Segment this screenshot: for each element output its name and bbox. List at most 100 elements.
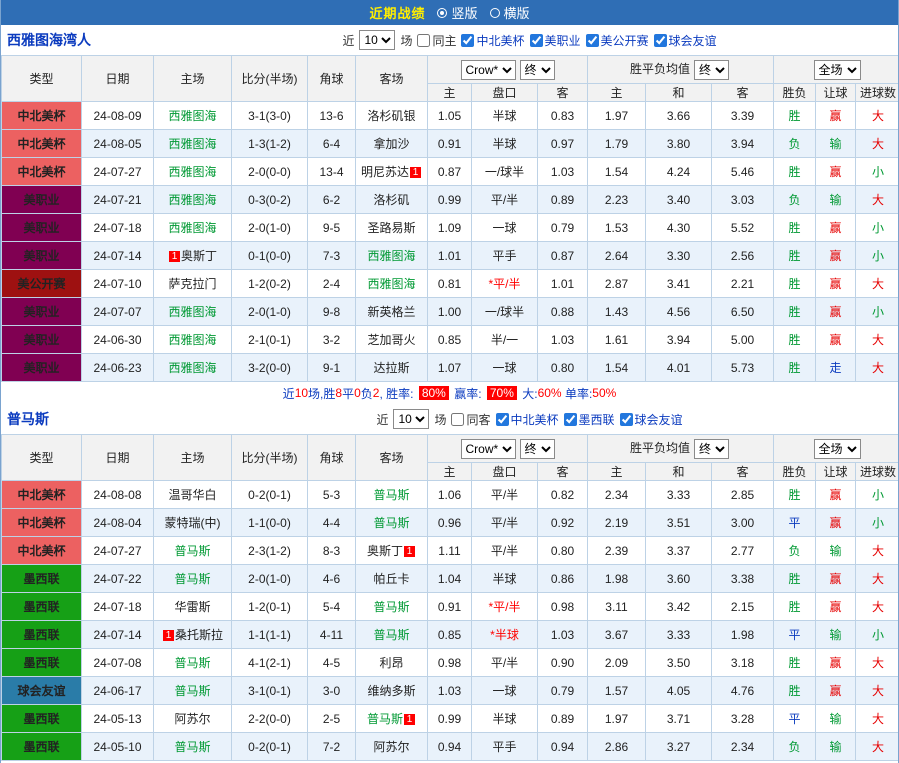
same-venue-checkbox-box[interactable] [451,412,465,426]
same-venue-checkbox-box[interactable] [417,33,431,47]
team-link[interactable]: 普马斯 [174,684,210,698]
team-link[interactable]: 普马斯 [174,544,210,558]
team-link[interactable]: 普马斯 [373,488,409,502]
team-link[interactable]: 桑托斯拉 [175,628,223,642]
radio-unselected-icon[interactable] [489,7,500,18]
radio-selected-icon[interactable] [437,7,448,18]
team-link[interactable]: 帕丘卡 [373,572,409,586]
scope-select[interactable]: 全场 [813,59,861,80]
team-link[interactable]: 芝加哥火 [367,333,415,347]
team-link[interactable]: 西雅图海 [168,305,216,319]
league-filter-2-box[interactable] [619,412,633,426]
team-link[interactable]: 普马斯 [367,712,403,726]
europe-time-select[interactable]: 终 [694,438,730,459]
asian-time-select[interactable]: 终 [519,438,555,459]
handicap-line: 平/半 [471,536,538,565]
score-link[interactable]: 3-1(0-1) [231,676,308,705]
score-link[interactable]: 2-0(1-0) [231,213,308,242]
team-link[interactable]: 华雷斯 [174,600,210,614]
team-link[interactable]: 利昂 [379,656,403,670]
team-link[interactable]: 维纳多斯 [367,684,415,698]
score-link[interactable]: 0-2(0-1) [231,732,308,761]
bookmaker-select[interactable]: Crow* [460,59,516,80]
team-link[interactable]: 普马斯 [373,628,409,642]
score-link[interactable]: 2-0(0-0) [231,157,308,186]
team-link[interactable]: 洛杉矶银 [367,109,415,123]
score-link[interactable]: 3-1(3-0) [231,101,308,130]
league-filter-0[interactable]: 中北美杯 [461,32,525,49]
league-filter-2[interactable]: 美公开赛 [585,32,649,49]
team-link[interactable]: 西雅图海 [168,221,216,235]
team-link[interactable]: 普马斯 [373,516,409,530]
league-filter-0[interactable]: 中北美杯 [495,411,559,428]
team-link[interactable]: 洛杉矶 [373,193,409,207]
team-link[interactable]: 明尼苏达 [361,165,409,179]
score-link[interactable]: 2-3(1-2) [231,536,308,565]
europe-time-select[interactable]: 终 [694,59,730,80]
team-link[interactable]: 西雅图海 [168,193,216,207]
score-link[interactable]: 2-0(1-0) [231,297,308,326]
score-link[interactable]: 1-3(1-2) [231,129,308,158]
team-link[interactable]: 圣路易斯 [367,221,415,235]
team-section: 普马斯近 10 场同客 中北美杯 墨西联 球会友谊 类型 日期 主场 比分(半场) 角球 客场 Crow… [1,404,898,763]
team-name: 西雅图海湾人 [7,32,91,48]
bookmaker-select[interactable]: Crow* [460,438,516,459]
team-link[interactable]: 普马斯 [174,572,210,586]
same-venue-checkbox[interactable]: 同主 [417,32,456,49]
result-handicap: 输 [815,185,857,214]
league-filter-2[interactable]: 球会友谊 [619,411,683,428]
score-link[interactable]: 2-1(0-1) [231,325,308,354]
recent-count-select[interactable]: 10 [359,30,396,50]
score-link[interactable]: 2-0(1-0) [231,564,308,593]
league-filter-2-box[interactable] [585,33,599,47]
score-link[interactable]: 0-2(0-1) [231,480,308,509]
league-filter-1[interactable]: 墨西联 [563,411,615,428]
team-link[interactable]: 蒙特瑞(中) [165,516,221,530]
league-filter-1[interactable]: 美职业 [529,32,581,49]
team-link[interactable]: 西雅图海 [168,333,216,347]
team-link[interactable]: 西雅图海 [367,249,415,263]
league-filter-3[interactable]: 球会友谊 [653,32,717,49]
league-filter-1-box[interactable] [529,33,543,47]
team-link[interactable]: 阿苏尔 [174,712,210,726]
team-link[interactable]: 普马斯 [174,656,210,670]
score-link[interactable]: 1-1(0-0) [231,508,308,537]
scope-select[interactable]: 全场 [813,438,861,459]
team-link[interactable]: 拿加沙 [373,137,409,151]
europe-draw-odds: 3.71 [645,704,712,733]
team-link[interactable]: 西雅图海 [168,165,216,179]
score-link[interactable]: 4-1(2-1) [231,648,308,677]
team-link[interactable]: 新英格兰 [367,305,415,319]
same-venue-checkbox[interactable]: 同客 [451,411,491,428]
score-link[interactable]: 1-2(0-1) [231,592,308,621]
team-link[interactable]: 西雅图海 [168,361,216,375]
team-link[interactable]: 普马斯 [373,600,409,614]
league-filter-0-box[interactable] [461,33,475,47]
away-team-cell: 圣路易斯 [355,213,428,242]
match-date: 24-07-07 [81,297,154,326]
team-link[interactable]: 萨克拉门 [168,277,216,291]
team-link[interactable]: 普马斯 [174,740,210,754]
score-link[interactable]: 1-2(0-2) [231,269,308,298]
asian-home-odds: 1.00 [427,297,472,326]
team-link[interactable]: 阿苏尔 [373,740,409,754]
layout-option-vertical[interactable]: 竖版 [437,3,478,22]
asian-time-select[interactable]: 终 [519,59,555,80]
team-link[interactable]: 温哥华白 [168,488,216,502]
score-link[interactable]: 3-2(0-0) [231,353,308,382]
score-link[interactable]: 0-3(0-2) [231,185,308,214]
team-link[interactable]: 奥斯丁 [367,544,403,558]
league-filter-3-box[interactable] [653,33,667,47]
league-filter-1-box[interactable] [563,412,577,426]
score-link[interactable]: 1-1(1-1) [231,620,308,649]
score-link[interactable]: 0-1(0-0) [231,241,308,270]
team-link[interactable]: 达拉斯 [373,361,409,375]
recent-count-select[interactable]: 10 [393,409,430,429]
team-link[interactable]: 奥斯丁 [181,249,217,263]
league-filter-0-box[interactable] [495,412,509,426]
team-link[interactable]: 西雅图海 [367,277,415,291]
layout-option-horizontal[interactable]: 横版 [489,3,530,22]
score-link[interactable]: 2-2(0-0) [231,704,308,733]
team-link[interactable]: 西雅图海 [168,137,216,151]
team-link[interactable]: 西雅图海 [168,109,216,123]
